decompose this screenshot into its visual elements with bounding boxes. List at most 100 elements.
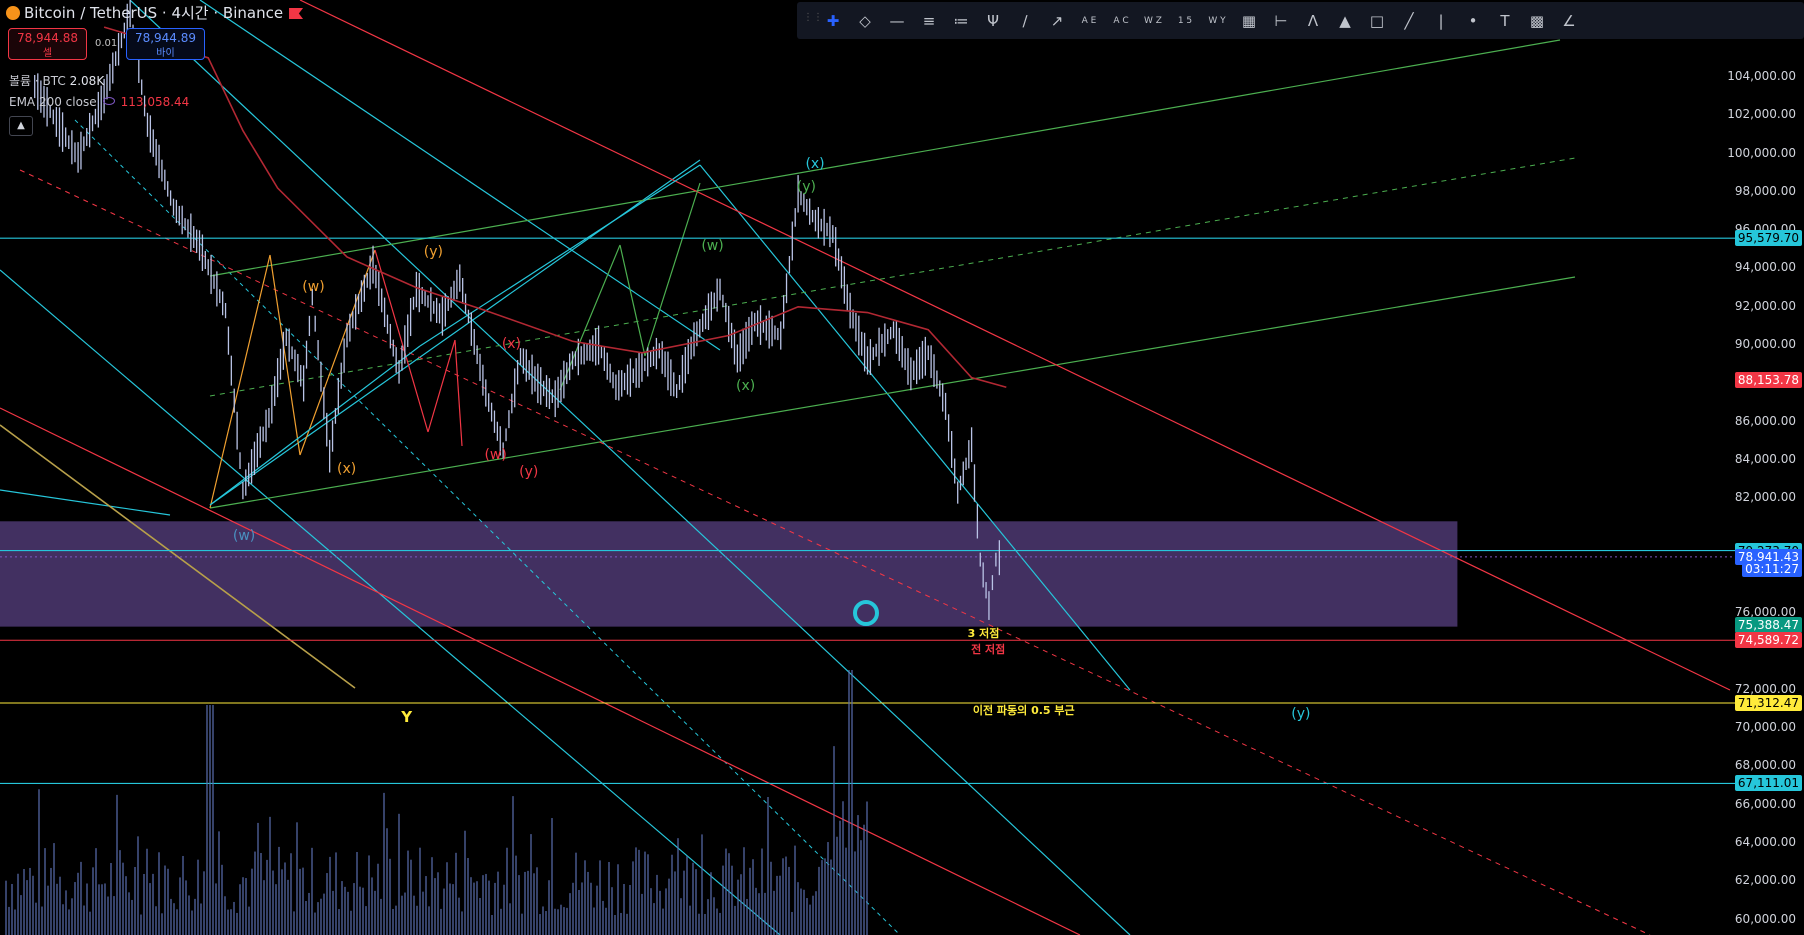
- sell-label: 셀: [42, 48, 53, 59]
- text-icon[interactable]: T: [1489, 6, 1521, 36]
- fib-timezone-icon[interactable]: ⊢: [1265, 6, 1297, 36]
- axis-tick-label: 86,000.00: [1734, 413, 1796, 428]
- wave-label[interactable]: (w): [701, 238, 723, 254]
- price-label: 71,312.47: [1734, 695, 1802, 711]
- ema-label: EMA 200 close: [9, 95, 97, 109]
- drag-handle-icon[interactable]: ⋮⋮: [803, 12, 823, 30]
- cyan-trendline: [199, 0, 721, 351]
- wave-label[interactable]: (x): [337, 461, 356, 477]
- path-icon[interactable]: ╱: [1393, 6, 1425, 36]
- axis-tick-label: 60,000.00: [1734, 911, 1796, 926]
- chevron-up-icon[interactable]: ▲: [9, 116, 33, 136]
- chart-canvas[interactable]: Bitcoin / TetherUS · 4시간 · Binance 78,94…: [0, 0, 1804, 935]
- wave-red: [454, 339, 463, 447]
- triangle-pattern-icon[interactable]: ▲: [1329, 6, 1361, 36]
- axis-tick-label: 98,000.00: [1734, 183, 1796, 198]
- wave-green: [559, 244, 621, 391]
- wave-label[interactable]: (y): [1291, 706, 1310, 722]
- rectangle-icon[interactable]: □: [1361, 6, 1393, 36]
- red-trendline: [0, 407, 1081, 935]
- buy-price: 78,944.89: [134, 31, 197, 45]
- ema-legend[interactable]: EMA 200 close 113,058.44: [9, 95, 189, 109]
- ema-value: 113,058.44: [120, 95, 190, 109]
- axis-tick-label: 102,000.00: [1727, 107, 1796, 122]
- wave-label[interactable]: (x): [736, 378, 755, 394]
- axis-tick-label: 64,000.00: [1734, 835, 1796, 850]
- green-channel-top: [209, 39, 1561, 277]
- spread-value: 0.01: [95, 38, 118, 49]
- wave-label[interactable]: (w): [233, 528, 255, 544]
- wave-orange: [209, 254, 271, 509]
- price-label: 03:11:27: [1742, 561, 1802, 578]
- wave-label[interactable]: (y): [519, 464, 538, 480]
- wave-label[interactable]: (y): [797, 179, 816, 195]
- annotation-text[interactable]: 전 저점: [971, 641, 1005, 657]
- parallel-channel-icon[interactable]: ≡: [913, 6, 945, 36]
- wave-red: [427, 339, 456, 433]
- xabcd-pattern-icon[interactable]: A E: [1073, 6, 1105, 36]
- axis-tick-label: 66,000.00: [1734, 796, 1796, 811]
- wave-green: [644, 182, 701, 357]
- axis-tick-label: 104,000.00: [1727, 68, 1796, 83]
- flag-icon[interactable]: [289, 8, 304, 19]
- price-label: 95,579.70: [1734, 230, 1802, 247]
- ema200-line: [103, 26, 1007, 388]
- axis-tick-label: 92,000.00: [1734, 298, 1796, 313]
- main-chart-svg[interactable]: [0, 0, 1804, 935]
- polyline-icon[interactable]: ◇: [849, 6, 881, 36]
- trend-line-icon[interactable]: ∕: [1009, 6, 1041, 36]
- grid-icon[interactable]: ▩: [1521, 6, 1553, 36]
- axis-tick-label: 94,000.00: [1734, 260, 1796, 275]
- annotation-text[interactable]: 이전 파동의 0.5 부근: [973, 702, 1075, 718]
- price-label: 74,589.72: [1734, 632, 1802, 649]
- pitchfork-icon[interactable]: Ψ: [977, 6, 1009, 36]
- wave-red: [374, 249, 429, 433]
- wxyz-pattern-icon[interactable]: W Z: [1137, 6, 1169, 36]
- axis-tick-label: 70,000.00: [1734, 720, 1796, 735]
- fib-grid-icon[interactable]: ▦: [1233, 6, 1265, 36]
- wave-label[interactable]: (y): [424, 244, 443, 260]
- wave-cyan: [419, 164, 701, 347]
- wave-label[interactable]: (w): [302, 279, 324, 295]
- axis-tick-label: 72,000.00: [1734, 681, 1796, 696]
- dot-icon[interactable]: •: [1457, 6, 1489, 36]
- cyan-trendline: [0, 489, 171, 516]
- price-label: 75,388.47: [1734, 616, 1802, 633]
- elliott-12345-icon[interactable]: 1 5: [1169, 6, 1201, 36]
- ray-icon[interactable]: ↗: [1041, 6, 1073, 36]
- bitcoin-icon: [6, 6, 20, 20]
- head-shoulders-icon[interactable]: Λ: [1297, 6, 1329, 36]
- wave-label[interactable]: (x): [502, 336, 521, 352]
- chart-header: Bitcoin / TetherUS · 4시간 · Binance: [6, 2, 304, 23]
- sell-price: 78,944.88: [16, 31, 79, 45]
- crosshair-icon[interactable]: ✚: [817, 6, 849, 36]
- axis-tick-label: 90,000.00: [1734, 337, 1796, 352]
- wave-label[interactable]: (w): [484, 447, 506, 463]
- regression-trend-icon[interactable]: ≔: [945, 6, 977, 36]
- vertical-line-icon[interactable]: |: [1425, 6, 1457, 36]
- volume-legend[interactable]: 볼륨 · BTC 2.08K: [9, 72, 104, 89]
- fib-fan-icon[interactable]: ∠: [1553, 6, 1585, 36]
- axis-tick-label: 100,000.00: [1727, 145, 1796, 160]
- wave-label[interactable]: (x): [805, 156, 824, 172]
- drawing-toolbar: ⋮⋮ ✚ ◇ — ≡ ≔ Ψ ∕ ↗ A E A C W Z 1 5 W Y ▦…: [797, 2, 1804, 39]
- cyan-trendline: [129, 0, 1131, 935]
- abcd-pattern-icon[interactable]: A C: [1105, 6, 1137, 36]
- axis-tick-label: 82,000.00: [1734, 490, 1796, 505]
- sell-button[interactable]: 78,944.88 셀: [8, 28, 87, 60]
- volume-label: 볼륨 · BTC: [9, 74, 66, 88]
- wave-label[interactable]: Y: [401, 708, 412, 726]
- horizontal-ray-icon[interactable]: —: [881, 6, 913, 36]
- axis-tick-label: 62,000.00: [1734, 873, 1796, 888]
- buy-button[interactable]: 78,944.89 바이: [126, 28, 205, 60]
- elliott-wxy-icon[interactable]: W Y: [1201, 6, 1233, 36]
- axis-tick-label: 84,000.00: [1734, 452, 1796, 466]
- symbol-title[interactable]: Bitcoin / TetherUS · 4시간 · Binance: [24, 4, 283, 22]
- annotation-text[interactable]: 3 저점: [968, 625, 1000, 641]
- buy-label: 바이: [156, 48, 175, 59]
- volume-value: 2.08K: [69, 74, 105, 88]
- wave-green: [619, 244, 646, 357]
- visibility-icon[interactable]: [102, 97, 115, 105]
- green-channel-bottom: [209, 276, 1576, 509]
- price-label: 67,111.01: [1734, 775, 1802, 792]
